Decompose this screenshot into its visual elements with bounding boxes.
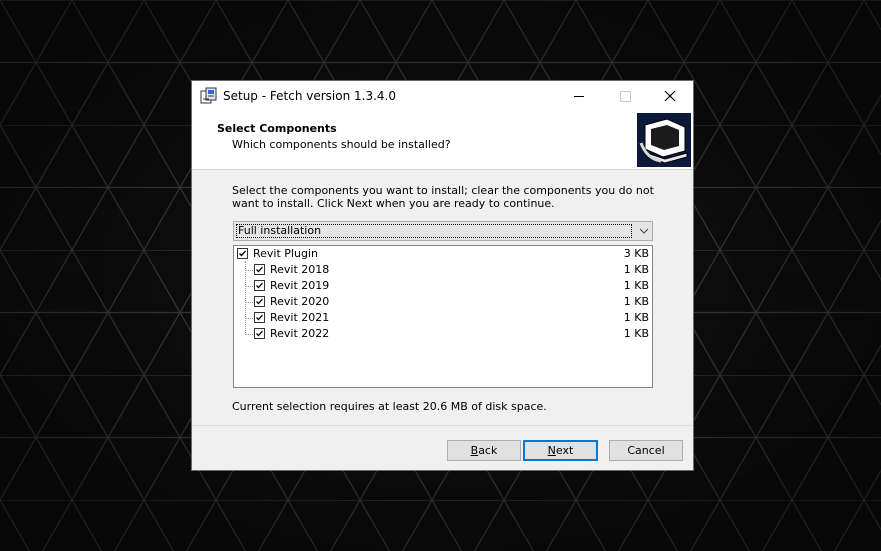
component-row-revit-2021[interactable]: Revit 2021 1 KB bbox=[234, 310, 652, 326]
wizard-header: Select Components Which components shoul… bbox=[192, 111, 693, 170]
component-label: Revit 2018 bbox=[270, 263, 330, 276]
maximize-button bbox=[602, 81, 648, 111]
wizard-computer-icon bbox=[637, 113, 691, 167]
component-label: Revit 2022 bbox=[270, 327, 330, 340]
checkmark-icon bbox=[256, 314, 263, 321]
component-size: 1 KB bbox=[623, 263, 649, 276]
checkbox[interactable] bbox=[254, 280, 265, 291]
install-type-value: Full installation bbox=[236, 224, 632, 238]
title-bar[interactable]: Setup - Fetch version 1.3.4.0 bbox=[192, 81, 693, 111]
components-list[interactable]: Revit Plugin 3 KB Revit 2018 1 KB Revit … bbox=[233, 245, 653, 388]
chevron-down-icon bbox=[639, 228, 649, 234]
component-label: Revit 2019 bbox=[270, 279, 330, 292]
component-row-revit-2018[interactable]: Revit 2018 1 KB bbox=[234, 262, 652, 278]
close-icon bbox=[664, 90, 676, 102]
setup-app-icon bbox=[200, 87, 217, 104]
setup-dialog: Setup - Fetch version 1.3.4.0 Select Com… bbox=[191, 80, 694, 471]
checkmark-icon bbox=[256, 330, 263, 337]
next-accel: N bbox=[547, 444, 556, 457]
component-label: Revit 2021 bbox=[270, 311, 330, 324]
checkmark-icon bbox=[256, 266, 263, 273]
footer-divider bbox=[192, 425, 693, 426]
checkmark-icon bbox=[239, 250, 246, 257]
component-label: Revit Plugin bbox=[253, 247, 318, 260]
checkmark-icon bbox=[256, 298, 263, 305]
install-type-dropdown[interactable]: Full installation bbox=[233, 221, 653, 241]
component-size: 1 KB bbox=[623, 327, 649, 340]
minimize-icon bbox=[574, 96, 584, 97]
component-size: 1 KB bbox=[623, 279, 649, 292]
disk-space-text: Current selection requires at least 20.6… bbox=[232, 400, 547, 413]
component-size: 3 KB bbox=[623, 247, 649, 260]
component-row-revit-2022[interactable]: Revit 2022 1 KB bbox=[234, 326, 652, 342]
instructions-text: Select the components you want to instal… bbox=[232, 184, 654, 210]
next-button[interactable]: Next bbox=[523, 440, 598, 461]
page-title: Select Components bbox=[217, 122, 337, 135]
page-subtitle: Which components should be installed? bbox=[232, 138, 451, 151]
component-row-revit-2019[interactable]: Revit 2019 1 KB bbox=[234, 278, 652, 294]
checkbox[interactable] bbox=[254, 312, 265, 323]
back-label-rest: ack bbox=[478, 444, 498, 457]
window-title: Setup - Fetch version 1.3.4.0 bbox=[223, 89, 396, 103]
component-size: 1 KB bbox=[623, 295, 649, 308]
component-size: 1 KB bbox=[623, 311, 649, 324]
component-row-revit-plugin[interactable]: Revit Plugin 3 KB bbox=[234, 246, 652, 262]
minimize-button[interactable] bbox=[556, 81, 602, 111]
next-label-rest: ext bbox=[555, 444, 574, 457]
checkbox[interactable] bbox=[254, 264, 265, 275]
maximize-icon bbox=[620, 91, 631, 102]
checkbox[interactable] bbox=[254, 328, 265, 339]
cancel-button[interactable]: Cancel bbox=[609, 440, 683, 461]
component-row-revit-2020[interactable]: Revit 2020 1 KB bbox=[234, 294, 652, 310]
back-button[interactable]: Back bbox=[447, 440, 521, 461]
checkbox[interactable] bbox=[237, 248, 248, 259]
component-label: Revit 2020 bbox=[270, 295, 330, 308]
close-button[interactable] bbox=[647, 81, 693, 111]
checkmark-icon bbox=[256, 282, 263, 289]
checkbox[interactable] bbox=[254, 296, 265, 307]
